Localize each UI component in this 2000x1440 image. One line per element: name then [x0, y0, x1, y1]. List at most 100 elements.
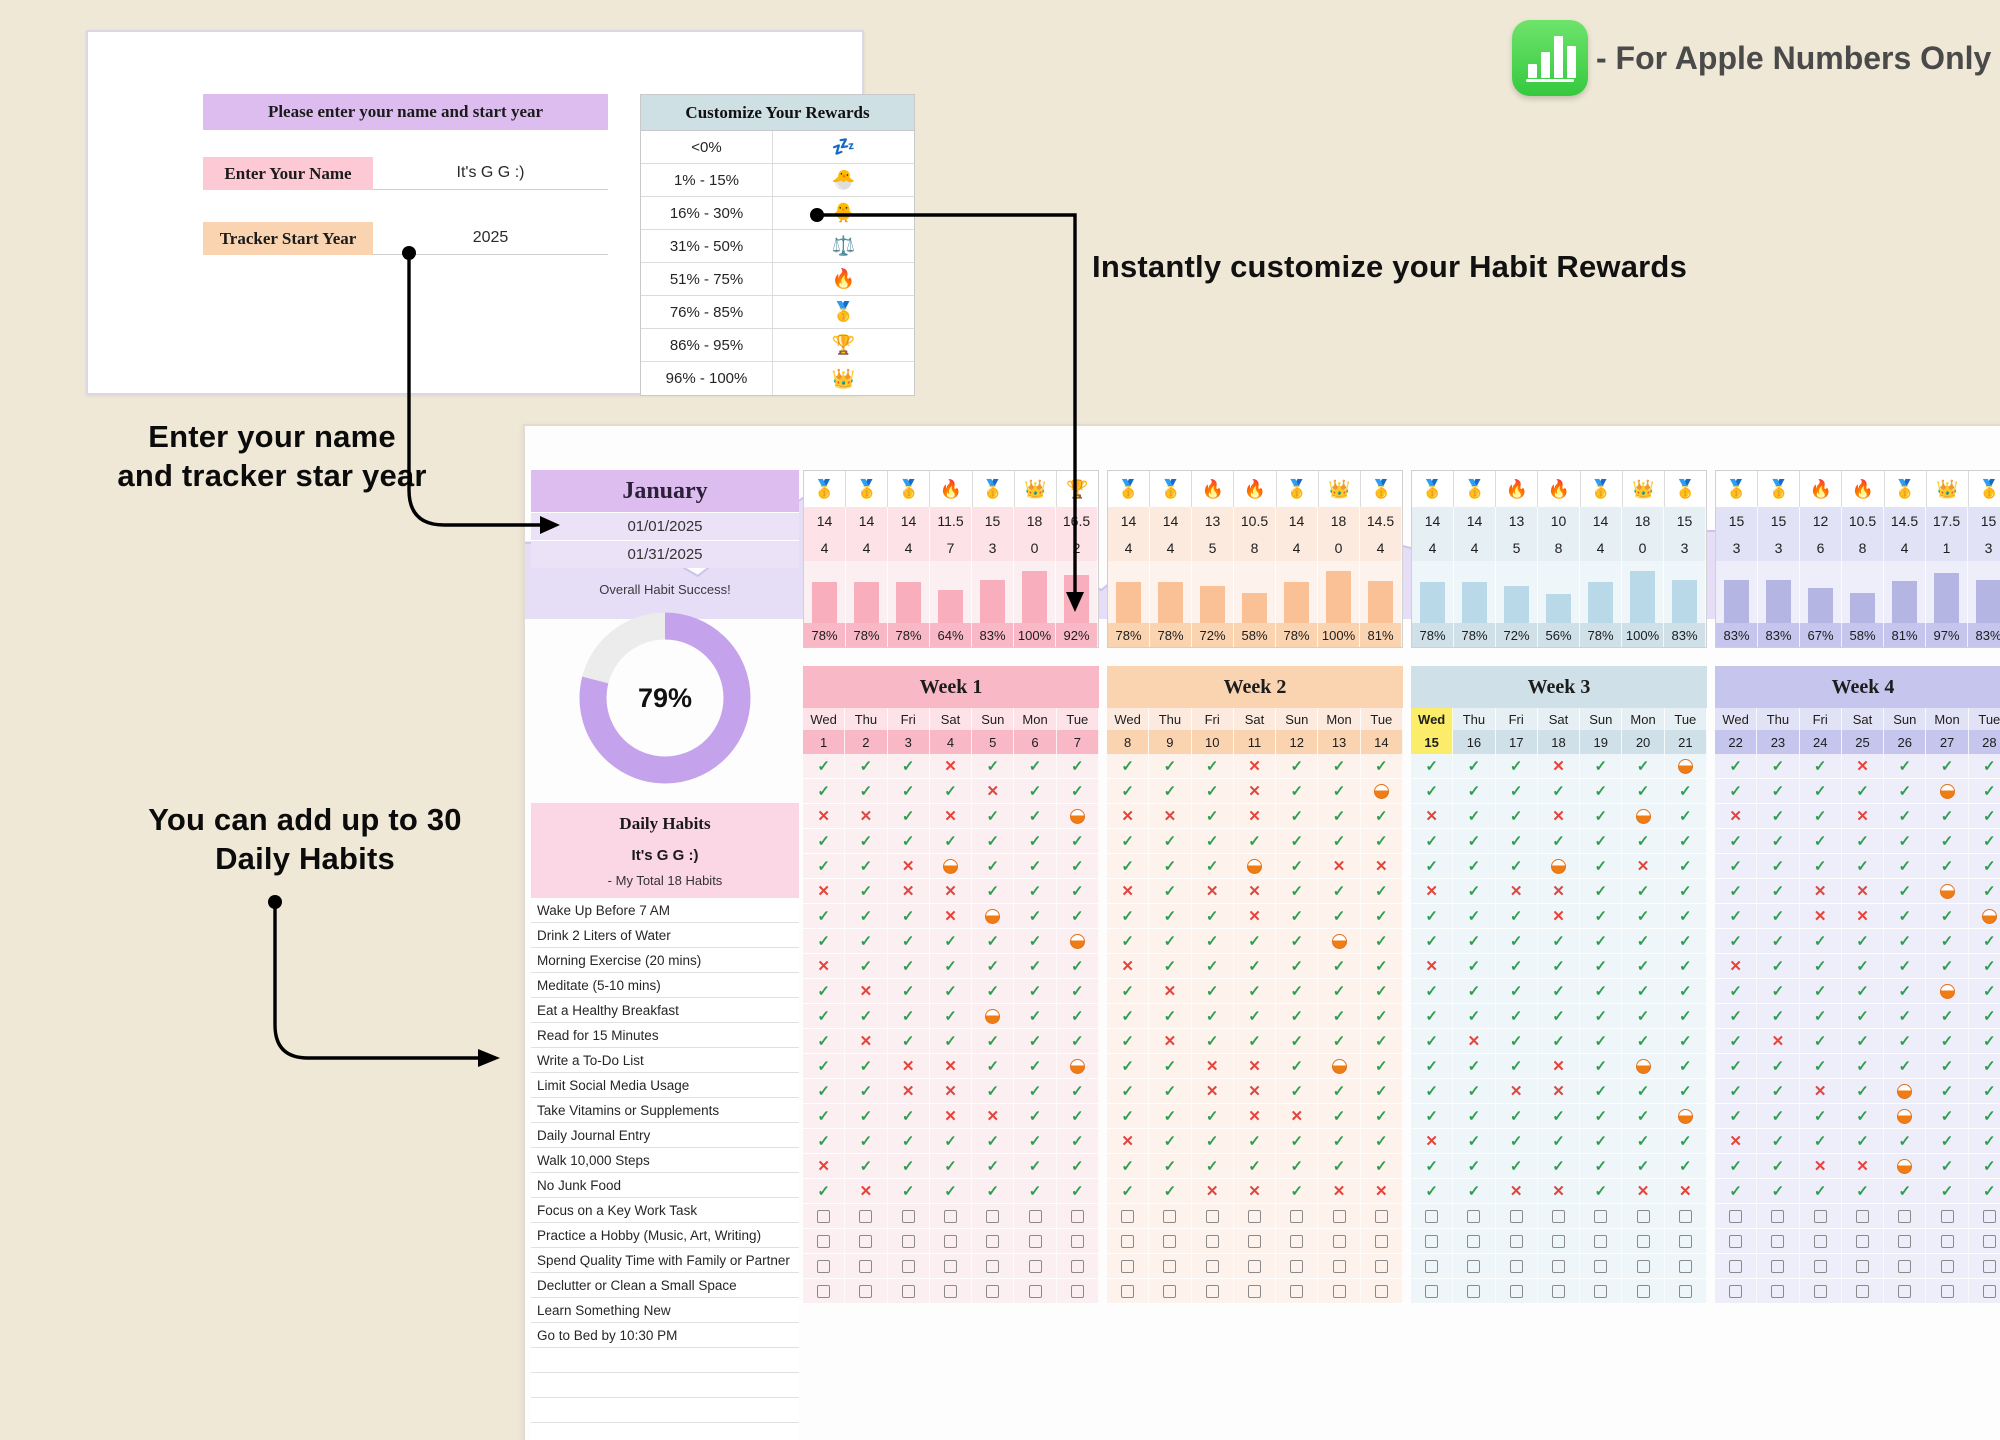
- mark-check[interactable]: ✓: [1276, 829, 1319, 853]
- mark-check[interactable]: ✓: [1149, 904, 1192, 928]
- mark-check[interactable]: ✓: [1715, 754, 1758, 778]
- mark-empty-checkbox[interactable]: [845, 1204, 888, 1228]
- mark-check[interactable]: ✓: [1453, 904, 1496, 928]
- mark-check[interactable]: ✓: [1926, 929, 1969, 953]
- habit-row-empty[interactable]: [531, 1398, 799, 1423]
- mark-check[interactable]: ✓: [1800, 1129, 1842, 1153]
- mark-check[interactable]: ✓: [972, 1179, 1015, 1203]
- mark-check[interactable]: ✓: [1842, 954, 1885, 978]
- mark-check[interactable]: ✓: [1800, 1029, 1842, 1053]
- mark-cross[interactable]: ✕: [1234, 1079, 1277, 1103]
- mark-check[interactable]: ✓: [1800, 1004, 1842, 1028]
- mark-check[interactable]: ✓: [1622, 879, 1665, 903]
- mark-empty-checkbox[interactable]: [1715, 1204, 1758, 1228]
- mark-check[interactable]: ✓: [1969, 829, 2000, 853]
- mark-cross[interactable]: ✕: [1234, 1104, 1277, 1128]
- mark-empty-checkbox[interactable]: [1665, 1204, 1707, 1228]
- mark-check[interactable]: ✓: [1192, 829, 1234, 853]
- mark-check[interactable]: ✓: [1276, 1004, 1319, 1028]
- mark-check[interactable]: ✓: [972, 979, 1015, 1003]
- mark-check[interactable]: ✓: [1580, 1104, 1623, 1128]
- mark-check[interactable]: ✓: [1057, 879, 1099, 903]
- mark-check[interactable]: ✓: [1411, 1029, 1454, 1053]
- mark-check[interactable]: ✓: [972, 854, 1015, 878]
- mark-check[interactable]: ✓: [1453, 929, 1496, 953]
- mark-empty-checkbox[interactable]: [1192, 1254, 1234, 1278]
- mark-check[interactable]: ✓: [1622, 1129, 1665, 1153]
- mark-empty-checkbox[interactable]: [1276, 1204, 1319, 1228]
- mark-cross[interactable]: ✕: [1538, 1079, 1581, 1103]
- mark-empty-checkbox[interactable]: [1969, 1204, 2000, 1228]
- mark-check[interactable]: ✓: [1757, 854, 1800, 878]
- mark-cross[interactable]: ✕: [1715, 804, 1758, 828]
- mark-check[interactable]: ✓: [888, 804, 930, 828]
- mark-cross[interactable]: ✕: [803, 1154, 846, 1178]
- mark-empty-checkbox[interactable]: [1014, 1279, 1057, 1303]
- mark-check[interactable]: ✓: [1411, 1154, 1454, 1178]
- mark-empty-checkbox[interactable]: [803, 1254, 846, 1278]
- mark-cross[interactable]: ✕: [1234, 1054, 1277, 1078]
- mark-check[interactable]: ✓: [1496, 929, 1538, 953]
- mark-check[interactable]: ✓: [1192, 1154, 1234, 1178]
- mark-empty-checkbox[interactable]: [1538, 1254, 1581, 1278]
- mark-check[interactable]: ✓: [1107, 854, 1150, 878]
- habit-row[interactable]: Focus on a Key Work Task: [531, 1198, 799, 1223]
- mark-check[interactable]: ✓: [1276, 1029, 1319, 1053]
- mark-check[interactable]: ✓: [1622, 1079, 1665, 1103]
- mark-check[interactable]: ✓: [1757, 829, 1800, 853]
- mark-check[interactable]: ✓: [845, 1104, 888, 1128]
- mark-check[interactable]: ✓: [1361, 1154, 1403, 1178]
- mark-check[interactable]: ✓: [1057, 1029, 1099, 1053]
- mark-check[interactable]: ✓: [1538, 1104, 1581, 1128]
- mark-check[interactable]: ✓: [845, 879, 888, 903]
- reward-row[interactable]: 96% - 100% 👑: [641, 362, 914, 395]
- mark-check[interactable]: ✓: [1057, 754, 1099, 778]
- mark-check[interactable]: ✓: [803, 854, 846, 878]
- mark-cross[interactable]: ✕: [1538, 754, 1581, 778]
- mark-empty-checkbox[interactable]: [1926, 1254, 1969, 1278]
- mark-check[interactable]: ✓: [1234, 1004, 1277, 1028]
- mark-check[interactable]: ✓: [1014, 1054, 1057, 1078]
- mark-check[interactable]: ✓: [845, 954, 888, 978]
- mark-check[interactable]: ✓: [1014, 1004, 1057, 1028]
- mark-check[interactable]: ✓: [803, 1079, 846, 1103]
- mark-cross[interactable]: ✕: [845, 979, 888, 1003]
- mark-check[interactable]: ✓: [888, 1129, 930, 1153]
- mark-half-icon[interactable]: [930, 854, 973, 878]
- mark-cross[interactable]: ✕: [1538, 1179, 1581, 1203]
- mark-empty-checkbox[interactable]: [1580, 1279, 1623, 1303]
- mark-check[interactable]: ✓: [1192, 979, 1234, 1003]
- mark-check[interactable]: ✓: [1665, 1079, 1707, 1103]
- mark-check[interactable]: ✓: [888, 904, 930, 928]
- mark-check[interactable]: ✓: [1757, 904, 1800, 928]
- mark-check[interactable]: ✓: [1580, 829, 1623, 853]
- habit-row[interactable]: Walk 10,000 Steps: [531, 1148, 799, 1173]
- mark-check[interactable]: ✓: [1192, 754, 1234, 778]
- mark-check[interactable]: ✓: [803, 1029, 846, 1053]
- mark-check[interactable]: ✓: [1842, 829, 1885, 853]
- habit-row[interactable]: Wake Up Before 7 AM: [531, 898, 799, 923]
- mark-check[interactable]: ✓: [1715, 829, 1758, 853]
- mark-check[interactable]: ✓: [1149, 754, 1192, 778]
- mark-check[interactable]: ✓: [1884, 954, 1927, 978]
- mark-check[interactable]: ✓: [1411, 829, 1454, 853]
- mark-check[interactable]: ✓: [1496, 779, 1538, 803]
- mark-check[interactable]: ✓: [1800, 979, 1842, 1003]
- mark-check[interactable]: ✓: [1538, 1129, 1581, 1153]
- mark-check[interactable]: ✓: [803, 904, 846, 928]
- mark-check[interactable]: ✓: [1665, 1054, 1707, 1078]
- mark-check[interactable]: ✓: [1318, 1129, 1361, 1153]
- mark-check[interactable]: ✓: [1884, 979, 1927, 1003]
- mark-check[interactable]: ✓: [803, 1054, 846, 1078]
- mark-empty-checkbox[interactable]: [1580, 1204, 1623, 1228]
- mark-empty-checkbox[interactable]: [1014, 1254, 1057, 1278]
- year-input[interactable]: 2025: [373, 222, 608, 255]
- mark-check[interactable]: ✓: [930, 979, 973, 1003]
- mark-check[interactable]: ✓: [1969, 954, 2000, 978]
- mark-check[interactable]: ✓: [1757, 804, 1800, 828]
- mark-check[interactable]: ✓: [1411, 754, 1454, 778]
- mark-empty-checkbox[interactable]: [1276, 1229, 1319, 1253]
- mark-check[interactable]: ✓: [1538, 954, 1581, 978]
- mark-check[interactable]: ✓: [1318, 904, 1361, 928]
- mark-cross[interactable]: ✕: [930, 754, 973, 778]
